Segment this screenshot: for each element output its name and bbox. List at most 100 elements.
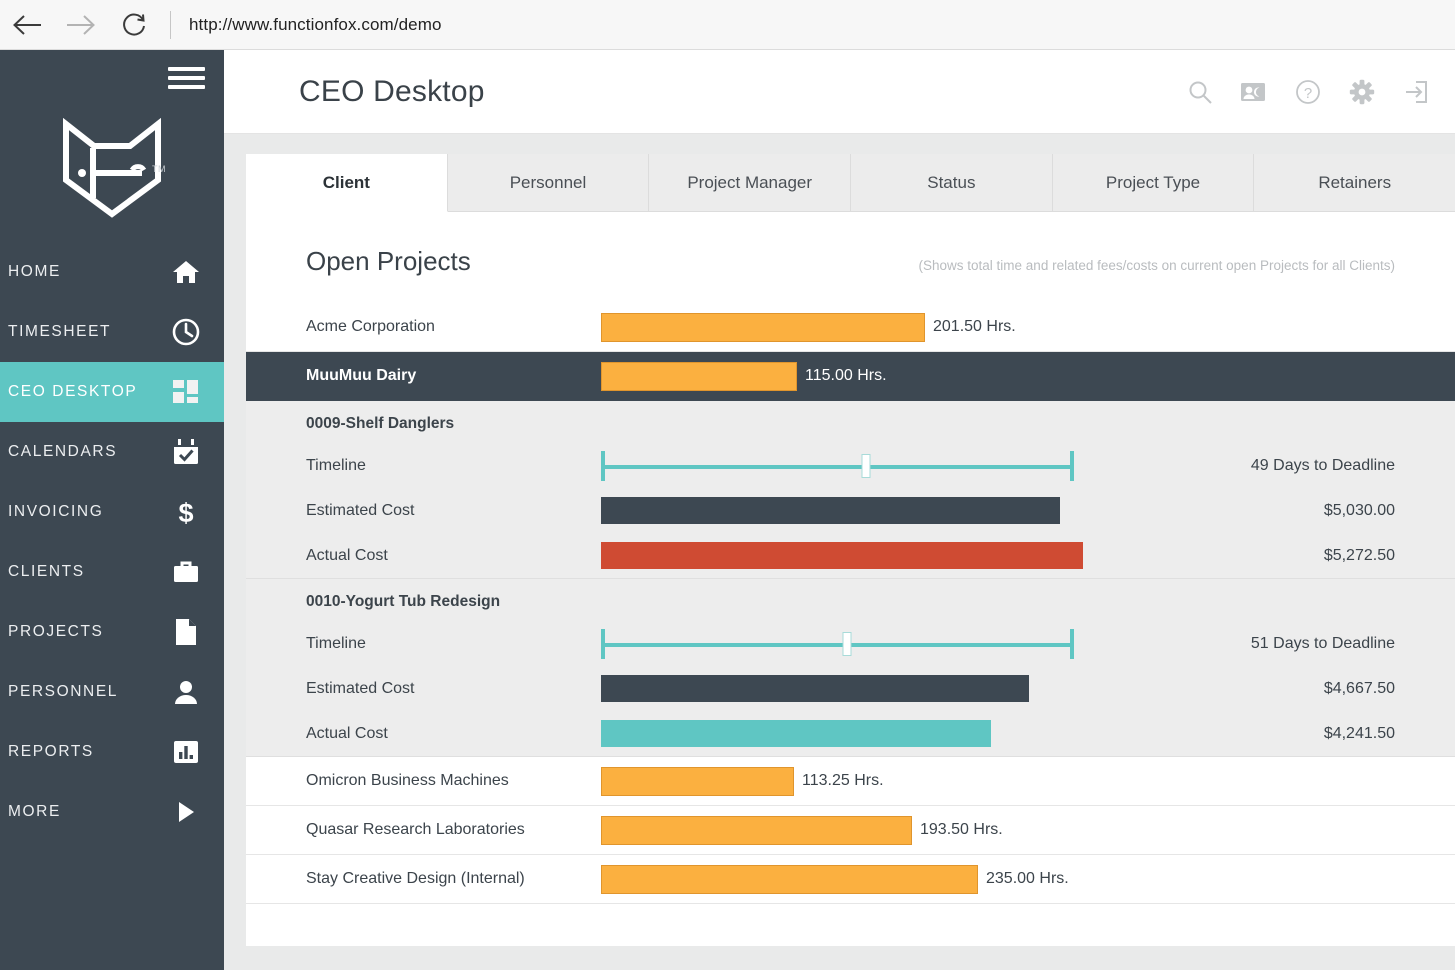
section-description: (Shows total time and related fees/costs… xyxy=(919,258,1395,273)
help-icon[interactable]: ? xyxy=(1293,77,1323,107)
project-timeline-row: Timeline 51 Days to Deadline xyxy=(246,621,1455,666)
metric-graphic xyxy=(601,629,1220,659)
tab-project-manager[interactable]: Project Manager xyxy=(649,154,851,212)
sidebar-item-clients[interactable]: CLIENTS xyxy=(0,542,224,602)
sidebar-item-projects[interactable]: PROJECTS xyxy=(0,602,224,662)
tab-personnel[interactable]: Personnel xyxy=(448,154,650,212)
estimated-cost-bar xyxy=(601,675,1029,702)
section-header: Open Projects (Shows total time and rela… xyxy=(246,212,1455,303)
hours-bar xyxy=(601,865,978,894)
metric-graphic xyxy=(601,720,1220,747)
hamburger-menu-button[interactable] xyxy=(0,50,224,106)
sidebar-item-label: PROJECTS xyxy=(8,623,166,641)
page-title: CEO Desktop xyxy=(299,75,485,109)
hours-value: 115.00 Hrs. xyxy=(805,367,887,385)
table-row[interactable]: Stay Creative Design (Internal) 235.00 H… xyxy=(246,855,1455,904)
arrow-right-icon xyxy=(65,12,97,38)
metric-label: Timeline xyxy=(306,635,601,653)
sidebar-item-label: CALENDARS xyxy=(8,443,166,461)
timeline-slider[interactable] xyxy=(601,629,1074,659)
sidebar-item-label: CLIENTS xyxy=(8,563,166,581)
contacts-icon[interactable] xyxy=(1239,77,1269,107)
project-timeline-row: Timeline 49 Days to Deadline xyxy=(246,443,1455,488)
timeline-start-cap xyxy=(601,451,605,481)
timeline-today-marker[interactable] xyxy=(842,632,851,656)
sidebar-item-reports[interactable]: REPORTS xyxy=(0,722,224,782)
play-triangle-icon xyxy=(166,792,206,832)
project-estimated-cost-row: Estimated Cost $4,667.50 xyxy=(246,666,1455,711)
hours-bar xyxy=(601,362,797,391)
settings-gear-icon[interactable] xyxy=(1347,77,1377,107)
tab-project-type[interactable]: Project Type xyxy=(1053,154,1255,212)
tab-retainers[interactable]: Retainers xyxy=(1254,154,1455,212)
trademark-mark: TM xyxy=(152,164,166,174)
hamburger-menu-icon xyxy=(168,76,205,80)
url-bar[interactable]: http://www.functionfox.com/demo xyxy=(189,15,442,35)
briefcase-icon xyxy=(166,552,206,592)
logout-icon[interactable] xyxy=(1401,77,1431,107)
tab-bar: Client Personnel Project Manager Status … xyxy=(246,154,1455,212)
sidebar-item-more[interactable]: MORE xyxy=(0,782,224,842)
sidebar-item-personnel[interactable]: PERSONNEL xyxy=(0,662,224,722)
hours-value: 235.00 Hrs. xyxy=(986,870,1069,888)
project-detail-block: 0010-Yogurt Tub Redesign Timeline xyxy=(246,579,1455,757)
table-row[interactable]: MuuMuu Dairy 115.00 Hrs. xyxy=(246,352,1455,401)
sidebar-item-label: CEO DESKTOP xyxy=(8,383,166,401)
app-logo[interactable]: TM xyxy=(0,106,224,234)
estimated-cost-bar xyxy=(601,497,1060,524)
timeline-value: 51 Days to Deadline xyxy=(1220,635,1395,653)
functionfox-fox-logo xyxy=(60,118,164,223)
dashboard-icon xyxy=(166,372,206,412)
bar-chart-icon xyxy=(166,732,206,772)
table-row[interactable]: Acme Corporation 201.50 Hrs. xyxy=(246,303,1455,352)
metric-label: Timeline xyxy=(306,457,601,475)
browser-toolbar: http://www.functionfox.com/demo xyxy=(0,0,1455,50)
reload-button[interactable] xyxy=(108,0,162,50)
sidebar-item-ceo-desktop[interactable]: CEO DESKTOP xyxy=(0,362,224,422)
arrow-left-icon xyxy=(11,12,43,38)
metric-label: Actual Cost xyxy=(306,725,601,743)
back-button[interactable] xyxy=(0,0,54,50)
metric-label: Estimated Cost xyxy=(306,680,601,698)
sidebar-item-label: TIMESHEET xyxy=(8,323,166,341)
sidebar-item-label: REPORTS xyxy=(8,743,166,761)
sidebar-item-invoicing[interactable]: INVOICING $ xyxy=(0,482,224,542)
metric-label: Actual Cost xyxy=(306,547,601,565)
actual-cost-bar xyxy=(601,720,991,747)
timeline-track xyxy=(601,643,1074,647)
metric-graphic xyxy=(601,675,1220,702)
search-icon[interactable] xyxy=(1185,77,1215,107)
document-icon xyxy=(166,612,206,652)
timeline-slider[interactable] xyxy=(601,451,1074,481)
metric-graphic xyxy=(601,451,1220,481)
sidebar-item-calendars[interactable]: CALENDARS xyxy=(0,422,224,482)
metric-label: Estimated Cost xyxy=(306,502,601,520)
header-actions: ? xyxy=(1185,77,1437,107)
clock-icon xyxy=(166,312,206,352)
sidebar-item-timesheet[interactable]: TIMESHEET xyxy=(0,302,224,362)
toolbar-divider xyxy=(170,11,171,39)
table-row[interactable]: Omicron Business Machines 113.25 Hrs. xyxy=(246,757,1455,806)
sidebar-item-home[interactable]: HOME xyxy=(0,242,224,302)
project-name: 0009-Shelf Danglers xyxy=(246,401,1455,443)
client-name: Stay Creative Design (Internal) xyxy=(306,870,601,888)
sidebar-item-label: INVOICING xyxy=(8,503,166,521)
tab-client[interactable]: Client xyxy=(246,154,448,212)
table-row[interactable]: Quasar Research Laboratories 193.50 Hrs. xyxy=(246,806,1455,855)
sidebar-item-label: MORE xyxy=(8,803,166,821)
project-list: Acme Corporation 201.50 Hrs. MuuMuu Dair… xyxy=(246,303,1455,946)
panel-bottom-spacer xyxy=(246,946,1455,970)
timeline-end-cap xyxy=(1070,451,1074,481)
sidebar: TM HOME TIMESHEET CEO DESKTOP xyxy=(0,50,224,970)
content-area: Client Personnel Project Manager Status … xyxy=(224,134,1455,970)
home-icon xyxy=(166,252,206,292)
hours-value: 113.25 Hrs. xyxy=(802,772,884,790)
tab-status[interactable]: Status xyxy=(851,154,1053,212)
hours-value: 201.50 Hrs. xyxy=(933,318,1016,336)
section-title: Open Projects xyxy=(306,246,471,277)
project-estimated-cost-row: Estimated Cost $5,030.00 xyxy=(246,488,1455,533)
forward-button[interactable] xyxy=(54,0,108,50)
sidebar-item-label: PERSONNEL xyxy=(8,683,166,701)
timeline-today-marker[interactable] xyxy=(861,454,870,478)
metric-graphic xyxy=(601,542,1220,569)
